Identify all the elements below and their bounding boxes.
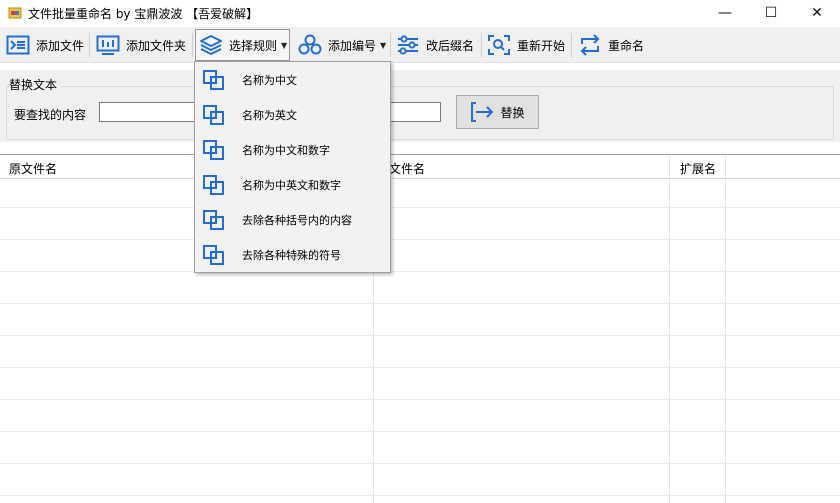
minimize-button[interactable]: — [702,0,748,26]
add-number-button[interactable]: 添加编号 ▼ [298,29,386,61]
replace-arrow-icon [471,102,494,122]
toolbar-separator [192,33,193,57]
toolbar: 添加文件 添加文件夹 选择规则 ▼ 添加编号 ▼ 改后缀名 重新开始 重命名 [0,27,840,63]
add-number-label: 添加编号 [328,38,377,53]
chevron-down-icon: ▼ [281,40,288,50]
window-title: 文件批量重命名 by 宝鼎波波 【吾爱破解】 [28,7,259,21]
column-original-name[interactable]: 原文件名 [9,160,57,177]
menu-item-label: 去除各种特殊的符号 [242,248,341,262]
row-line [0,271,840,272]
replace-button[interactable]: 替换 [456,95,539,129]
replace-button-label: 替换 [500,105,525,120]
menu-item-remove-brackets[interactable]: 去除各种括号内的内容 [196,202,389,237]
toolbar-separator [89,33,90,57]
change-ext-label: 改后缀名 [426,38,475,53]
sliders-icon [398,35,418,55]
title-bar: 文件批量重命名 by 宝鼎波波 【吾爱破解】 — ☐ ✕ [0,0,840,26]
change-ext-button[interactable]: 改后缀名 [396,29,474,61]
row-line [0,367,840,368]
swap-arrows-icon [580,34,600,56]
find-label: 要查找的内容 [14,108,87,122]
menu-item-label: 去除各种括号内的内容 [242,213,352,227]
toolbar-separator [571,33,572,57]
copy-icon [203,210,224,230]
row-line [0,399,840,400]
copy-icon [203,105,224,125]
file-grid[interactable]: 原文件名 新文件名 扩展名 [0,154,840,503]
add-folder-icon [96,35,120,55]
app-icon [8,7,22,19]
copy-icon [203,245,224,265]
select-rule-button[interactable]: 选择规则 ▼ [195,29,290,61]
replace-text-group: 替换文本 要查找的内容 替换 [0,70,840,142]
menu-item-chinese[interactable]: 名称为中文 [196,62,389,97]
row-line [0,239,840,240]
copy-icon [203,70,224,90]
restart-label: 重新开始 [517,38,566,53]
menu-item-english[interactable]: 名称为英文 [196,97,389,132]
menu-item-chinese-digits[interactable]: 名称为中文和数字 [196,132,389,167]
menu-item-chinese-english-digits[interactable]: 名称为中英文和数字 [196,167,389,202]
row-line [0,303,840,304]
rule-dropdown-menu: 名称为中文 名称为英文 名称为中文和数字 名称为中英文和数字 去除各种括号内的内… [194,61,391,273]
add-folder-label: 添加文件夹 [126,38,187,53]
column-extension[interactable]: 扩展名 [680,160,716,177]
find-input[interactable] [99,102,199,122]
rename-label: 重命名 [608,38,645,53]
menu-item-label: 名称为中文和数字 [242,143,330,157]
menu-item-label: 名称为中文 [242,73,297,87]
group-title: 替换文本 [9,76,61,93]
close-button[interactable]: ✕ [794,0,840,26]
grid-header: 原文件名 新文件名 扩展名 [0,155,840,179]
row-line [0,463,840,464]
row-line [0,207,840,208]
maximize-button[interactable]: ☐ [748,0,794,26]
add-folder-button[interactable]: 添加文件夹 [96,29,186,61]
select-rule-label: 选择规则 [229,38,278,53]
menu-item-label: 名称为英文 [242,108,297,122]
rename-button[interactable]: 重命名 [578,29,644,61]
add-file-button[interactable]: 添加文件 [6,29,84,61]
row-line [0,431,840,432]
row-line [0,335,840,336]
layers-icon [200,35,222,55]
restart-button[interactable]: 重新开始 [487,29,565,61]
menu-item-remove-symbols[interactable]: 去除各种特殊的符号 [196,237,389,272]
add-file-icon [6,35,30,55]
hexagons-icon [298,34,322,55]
add-file-label: 添加文件 [36,38,85,53]
row-line [0,495,840,496]
copy-icon [203,175,224,195]
copy-icon [203,140,224,160]
scan-search-icon [488,35,510,55]
chevron-down-icon: ▼ [380,40,387,50]
toolbar-separator [390,33,391,57]
menu-item-label: 名称为中英文和数字 [242,178,341,192]
toolbar-separator [481,33,482,57]
